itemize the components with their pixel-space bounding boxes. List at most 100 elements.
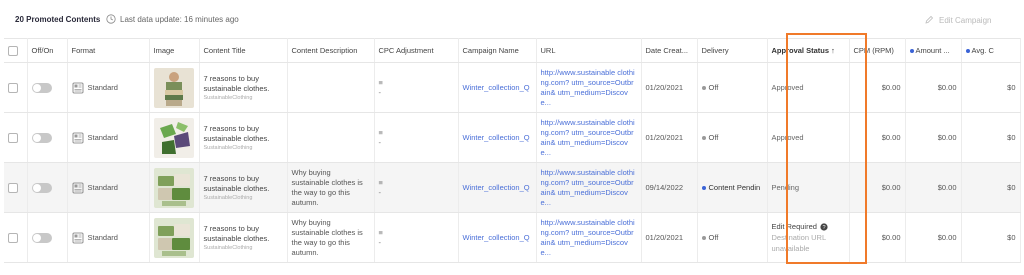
cpc-value: -	[378, 87, 382, 97]
content-title: 7 reasons to buy sustainable clothes.	[203, 223, 270, 243]
approval-status-cell: Pending	[767, 162, 850, 213]
format-group: Standard	[72, 232, 145, 244]
col-amount-label: Amount ...	[915, 46, 950, 55]
col-approval-status[interactable]: Approval Status ↑	[767, 38, 850, 63]
select-all-checkbox[interactable]	[8, 45, 18, 56]
date-created: 01/20/2021	[641, 62, 698, 113]
promoted-count: 20 Promoted Contents	[15, 15, 101, 24]
cpc-adjust-icon[interactable]: ≡	[379, 128, 454, 138]
date-created: 01/20/2021	[641, 212, 698, 263]
url-link[interactable]: http://www.sustainable clothing.com? utm…	[536, 112, 642, 163]
content-thumbnail[interactable]	[153, 217, 194, 258]
row-checkbox[interactable]	[8, 182, 18, 193]
on-off-toggle[interactable]	[31, 82, 52, 93]
content-description[interactable]	[287, 62, 375, 113]
row-toggle-cell	[27, 112, 68, 163]
col-format[interactable]: Format	[67, 38, 150, 63]
edit-campaign-button[interactable]: Edit Campaign	[924, 15, 991, 25]
row-checkbox[interactable]	[8, 232, 18, 243]
cpm-value: $0.00	[849, 162, 906, 213]
col-delivery[interactable]: Delivery	[697, 38, 768, 63]
content-title-cell[interactable]: 7 reasons to buy sustainable clothes. Su…	[199, 212, 288, 263]
approval-label: Approved	[771, 133, 804, 142]
url-link[interactable]: http://www.sustainable clothing.com? utm…	[536, 162, 642, 213]
edit-campaign-label: Edit Campaign	[939, 15, 992, 25]
format-label: Standard	[87, 83, 118, 92]
campaign-name-link[interactable]: Winter_collection_Q	[458, 62, 537, 113]
content-title: 7 reasons to buy sustainable clothes.	[203, 123, 270, 143]
delivery-cell: Content Pendin	[697, 162, 768, 213]
on-off-toggle[interactable]	[31, 132, 52, 143]
url-link[interactable]: http://www.sustainable clothing.com? utm…	[536, 62, 642, 113]
content-title: 7 reasons to buy sustainable clothes.	[203, 173, 270, 193]
content-title-cell[interactable]: 7 reasons to buy sustainable clothes. Su…	[199, 162, 288, 213]
brand-name: SustainableClothing	[203, 144, 253, 151]
row-select-cell	[4, 212, 28, 263]
col-avg[interactable]: Avg. C	[961, 38, 1021, 63]
cpc-adjustment-cell[interactable]: ≡ -	[374, 162, 459, 213]
col-image[interactable]: Image	[149, 38, 200, 63]
col-content-description[interactable]: Content Description	[287, 38, 375, 63]
table-row[interactable]: Standard 7 reasons to buy sustainable cl…	[4, 112, 1021, 163]
content-title-cell[interactable]: 7 reasons to buy sustainable clothes. Su…	[199, 112, 288, 163]
campaign-name-link[interactable]: Winter_collection_Q	[458, 112, 537, 163]
avg-value: $0	[961, 212, 1021, 263]
cpc-adjust-icon[interactable]: ≡	[379, 178, 454, 188]
table-row[interactable]: Standard 7 reasons to buy sustainable cl…	[4, 62, 1021, 113]
format-label: Standard	[87, 183, 118, 192]
col-cpm[interactable]: CPM (RPM)	[849, 38, 906, 63]
approval-label: Approved	[771, 83, 804, 92]
format-group: Standard	[72, 82, 145, 94]
image-cell	[149, 62, 200, 113]
cpc-adjustment-cell[interactable]: ≡ -	[374, 212, 459, 263]
col-campaign-name[interactable]: Campaign Name	[458, 38, 537, 63]
image-cell	[149, 112, 200, 163]
col-date-created[interactable]: Date Creat...	[641, 38, 698, 63]
approval-status: Edit Required? Destination URL unavailabl…	[772, 221, 845, 254]
content-description[interactable]: Why buying sustainable clothes is the wa…	[287, 212, 375, 263]
help-icon[interactable]: ?	[820, 222, 828, 231]
row-select-cell	[4, 162, 28, 213]
cpc-adjust-icon[interactable]: ≡	[379, 78, 454, 88]
approval-label: Edit Required	[771, 222, 817, 231]
on-off-toggle[interactable]	[31, 182, 52, 193]
content-thumbnail[interactable]	[153, 117, 194, 158]
table-row[interactable]: Standard 7 reasons to buy sustainable cl…	[4, 162, 1021, 213]
cpc-value: -	[378, 187, 382, 197]
url-link[interactable]: http://www.sustainable clothing.com? utm…	[536, 212, 642, 263]
row-toggle-cell	[27, 162, 68, 213]
col-cpc-adjustment[interactable]: CPC Adjustment	[374, 38, 459, 63]
col-onoff[interactable]: Off/On	[27, 38, 68, 63]
cpc-value: -	[378, 237, 382, 247]
cpc-adjust-icon[interactable]: ≡	[379, 228, 454, 238]
delivery-label: Off	[708, 233, 719, 242]
cpm-value: $0.00	[849, 212, 906, 263]
campaign-name-link[interactable]: Winter_collection_Q	[458, 212, 537, 263]
row-toggle-cell	[27, 212, 68, 263]
approval-status-cell: Edit Required? Destination URL unavailabl…	[767, 212, 850, 263]
row-toggle-cell	[27, 62, 68, 113]
content-thumbnail[interactable]	[153, 167, 194, 208]
row-checkbox[interactable]	[8, 82, 18, 93]
row-checkbox[interactable]	[8, 132, 18, 143]
cpc-adjustment-cell[interactable]: ≡ -	[374, 112, 459, 163]
brand-name: SustainableClothing	[203, 194, 253, 201]
brand-name: SustainableClothing	[203, 244, 253, 251]
col-url[interactable]: URL	[536, 38, 642, 63]
table-row[interactable]: Standard 7 reasons to buy sustainable cl…	[4, 212, 1021, 263]
col-amount[interactable]: Amount ...	[905, 38, 962, 63]
content-title-cell[interactable]: 7 reasons to buy sustainable clothes. Su…	[199, 62, 288, 113]
standard-format-icon	[72, 182, 83, 193]
delivery-status: Off	[701, 133, 763, 142]
cpm-value: $0.00	[849, 62, 906, 113]
col-content-title[interactable]: Content Title	[199, 38, 288, 63]
content-description[interactable]: Why buying sustainable clothes is the wa…	[287, 162, 375, 213]
content-description[interactable]	[287, 112, 375, 163]
campaign-name-link[interactable]: Winter_collection_Q	[458, 162, 537, 213]
amount-value: $0.00	[905, 162, 962, 213]
on-off-toggle[interactable]	[31, 232, 52, 243]
cpc-adjustment-cell[interactable]: ≡ -	[374, 62, 459, 113]
date-created: 01/20/2021	[641, 112, 698, 163]
pencil-icon	[925, 15, 934, 24]
content-thumbnail[interactable]	[153, 67, 194, 108]
